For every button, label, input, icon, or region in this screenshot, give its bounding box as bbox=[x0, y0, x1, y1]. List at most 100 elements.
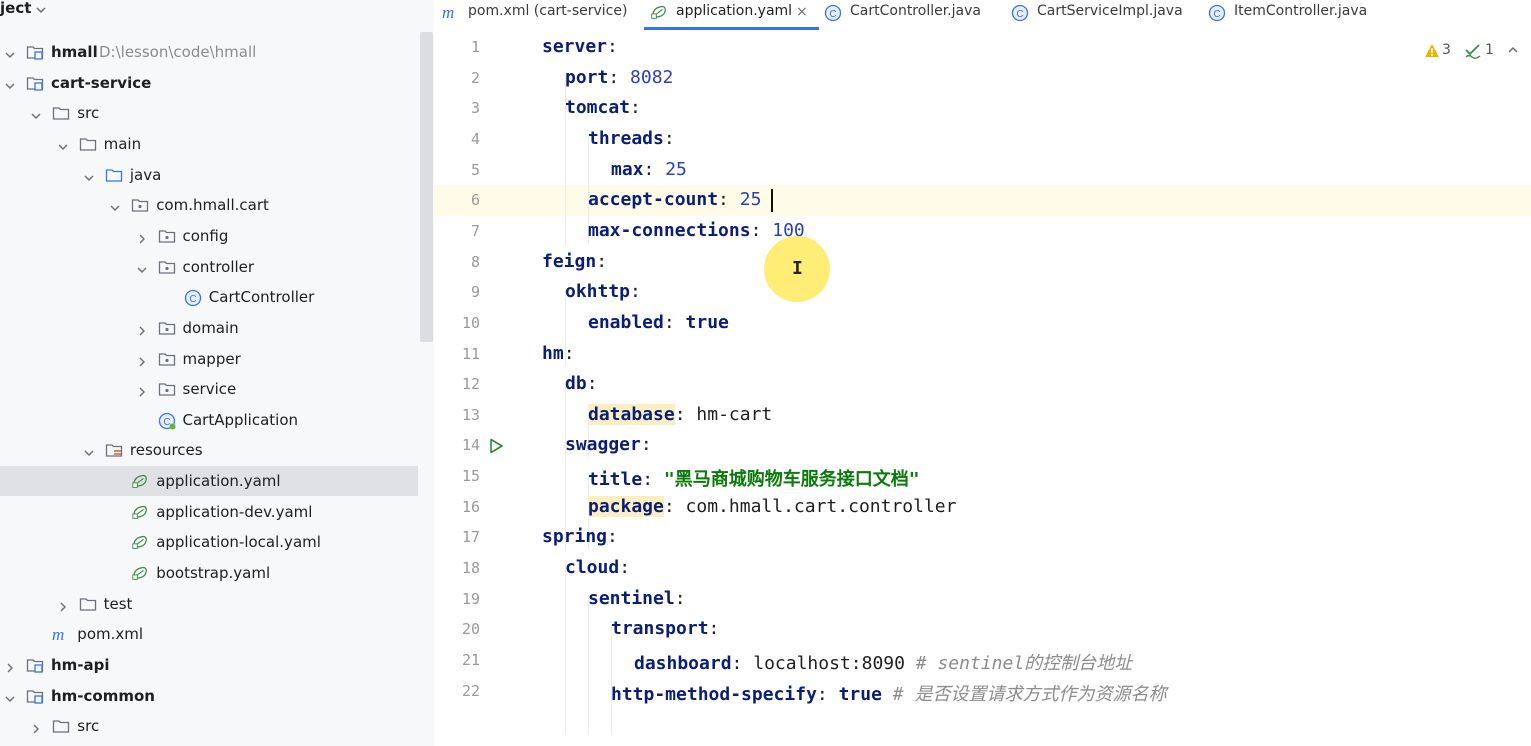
yaml-separator: : bbox=[630, 281, 641, 303]
line-number: 14 bbox=[461, 436, 480, 455]
tree-item[interactable]: domain bbox=[0, 313, 418, 343]
tree-item-label: application-local.yaml bbox=[156, 533, 321, 552]
tree-item-label: application-dev.yaml bbox=[156, 502, 313, 521]
maven-icon: m bbox=[52, 625, 70, 644]
code-line[interactable]: db: bbox=[565, 373, 598, 394]
chevron-down-icon[interactable] bbox=[109, 199, 121, 212]
code-editor[interactable]: 1 2 3 4 5 6 7 8 9 10 11 12 13 14 15 16 17 18 19 20 21 22 serv… bbox=[434, 30, 1531, 746]
code-line[interactable]: package: com.hmall.cart.controller bbox=[588, 495, 956, 517]
tree-item[interactable]: test bbox=[0, 589, 418, 619]
tree-item[interactable]: service bbox=[0, 374, 418, 404]
chevron-up-icon[interactable] bbox=[1507, 45, 1519, 55]
tree-item-label: hmall bbox=[51, 43, 98, 61]
chevron-down-icon[interactable] bbox=[34, 3, 48, 17]
code-line[interactable]: okhttp: bbox=[565, 281, 641, 302]
code-line[interactable]: swagger: bbox=[565, 434, 652, 455]
tree-item[interactable]: application.yaml bbox=[0, 466, 418, 497]
tree-item[interactable]: application-dev.yaml bbox=[0, 497, 418, 527]
tree-item[interactable]: resources bbox=[0, 435, 418, 465]
code-line[interactable]: sentinel: bbox=[588, 588, 686, 609]
code-line[interactable]: database: hm-cart bbox=[588, 403, 773, 425]
tree-item[interactable]: mapper bbox=[0, 344, 418, 374]
class-icon: C bbox=[1011, 4, 1029, 22]
code-line[interactable]: transport: bbox=[611, 618, 719, 639]
tree-scrollbar[interactable] bbox=[420, 32, 433, 342]
chevron-right-icon[interactable] bbox=[136, 383, 148, 397]
chevron-right-icon[interactable] bbox=[30, 720, 42, 734]
yaml-key: dashboard bbox=[634, 653, 732, 674]
line-number: 20 bbox=[461, 620, 480, 639]
tree-item-label: mapper bbox=[182, 349, 241, 368]
code-line[interactable]: max-connections: 100 bbox=[588, 220, 805, 241]
code-line[interactable]: feign: bbox=[542, 251, 607, 272]
tree-item-label: bootstrap.yaml bbox=[156, 564, 271, 583]
yaml-key: tomcat bbox=[565, 97, 631, 119]
tree-item[interactable]: src bbox=[0, 98, 418, 128]
run-gutter-icon[interactable] bbox=[488, 438, 504, 454]
chevron-down-icon[interactable] bbox=[4, 690, 16, 702]
chevron-down-icon[interactable] bbox=[83, 444, 95, 457]
chevron-right-icon[interactable] bbox=[136, 353, 148, 366]
chevron-right-icon[interactable] bbox=[57, 598, 69, 612]
spring-config-icon bbox=[131, 565, 149, 581]
code-line[interactable]: tomcat: bbox=[565, 97, 641, 118]
code-line[interactable]: port: 8082 bbox=[565, 67, 673, 88]
package-icon bbox=[158, 381, 176, 397]
chevron-down-icon[interactable] bbox=[4, 46, 16, 58]
project-panel-title[interactable]: ject bbox=[0, 0, 31, 17]
tree-item-label: CartApplication bbox=[182, 410, 299, 429]
tree-item[interactable]: m pom.xml bbox=[0, 619, 418, 649]
yaml-value: hm-cart bbox=[696, 403, 773, 425]
chevron-down-icon[interactable] bbox=[83, 169, 95, 181]
resources-folder-icon bbox=[105, 442, 123, 458]
code-line[interactable]: enabled: true bbox=[588, 312, 729, 333]
yaml-key: port bbox=[565, 66, 609, 88]
code-line[interactable]: title: "黑马商城购物车服务接口文档" bbox=[588, 465, 920, 491]
chevron-down-icon[interactable] bbox=[136, 261, 148, 273]
tree-item-label: resources bbox=[129, 441, 203, 460]
inspection-widget[interactable]: 3 1 bbox=[1424, 42, 1524, 62]
chevron-right-icon[interactable] bbox=[136, 322, 148, 336]
tree-item[interactable]: hmall D:\lesson\code\hmall bbox=[0, 37, 418, 67]
chevron-down-icon[interactable] bbox=[4, 77, 16, 89]
tree-item-label: pom.xml bbox=[77, 625, 144, 644]
tree-item[interactable]: hm-api bbox=[0, 650, 418, 680]
tree-item[interactable]: main bbox=[0, 129, 418, 159]
code-line[interactable]: cloud: bbox=[565, 557, 630, 578]
tree-item[interactable]: C CartController bbox=[0, 282, 418, 312]
yaml-key: max-connections bbox=[588, 219, 751, 241]
yaml-separator: : bbox=[608, 66, 631, 88]
line-number: 10 bbox=[461, 313, 480, 332]
tree-item-label: test bbox=[103, 594, 133, 613]
chevron-down-icon[interactable] bbox=[57, 138, 69, 150]
tree-item[interactable]: src bbox=[0, 711, 418, 741]
chevron-down-icon[interactable] bbox=[30, 107, 42, 120]
tree-item[interactable]: application-local.yaml bbox=[0, 527, 418, 557]
tree-item[interactable]: config bbox=[0, 221, 418, 251]
yaml-separator: : bbox=[674, 587, 686, 609]
source-folder-icon bbox=[105, 167, 123, 183]
code-line[interactable]: server: bbox=[542, 36, 618, 57]
close-icon[interactable]: × bbox=[796, 4, 808, 20]
tree-item[interactable]: java bbox=[0, 160, 418, 190]
editor-tab-bar: m pom.xml (cart-service) application.yaml ×… bbox=[434, 0, 1531, 30]
code-line[interactable]: http-method-specify: true # 是否设置请求方式作为资源… bbox=[611, 680, 1166, 706]
code-line[interactable]: accept-count: 25 bbox=[588, 189, 761, 210]
line-number: 21 bbox=[461, 651, 480, 669]
tree-item[interactable]: bootstrap.yaml bbox=[0, 558, 418, 588]
code-line[interactable]: threads: bbox=[588, 128, 675, 149]
code-line[interactable]: hm: bbox=[542, 343, 575, 364]
tree-item[interactable]: com.hmall.cart bbox=[0, 190, 418, 220]
tree-item[interactable]: hm-common bbox=[0, 681, 418, 711]
yaml-separator: : bbox=[643, 158, 666, 180]
chevron-right-icon[interactable] bbox=[136, 230, 148, 244]
folder-icon bbox=[79, 136, 97, 152]
code-line[interactable]: spring: bbox=[542, 526, 618, 547]
tree-item[interactable]: C CartApplication bbox=[0, 405, 418, 435]
code-line[interactable]: dashboard: localhost:8090 # sentinel的控制台… bbox=[634, 649, 1132, 675]
chevron-right-icon[interactable] bbox=[4, 659, 16, 673]
yaml-separator: : bbox=[718, 189, 740, 211]
tree-item[interactable]: controller bbox=[0, 252, 418, 282]
code-line[interactable]: max: 25 bbox=[611, 159, 687, 180]
tree-item[interactable]: cart-service bbox=[0, 68, 418, 98]
